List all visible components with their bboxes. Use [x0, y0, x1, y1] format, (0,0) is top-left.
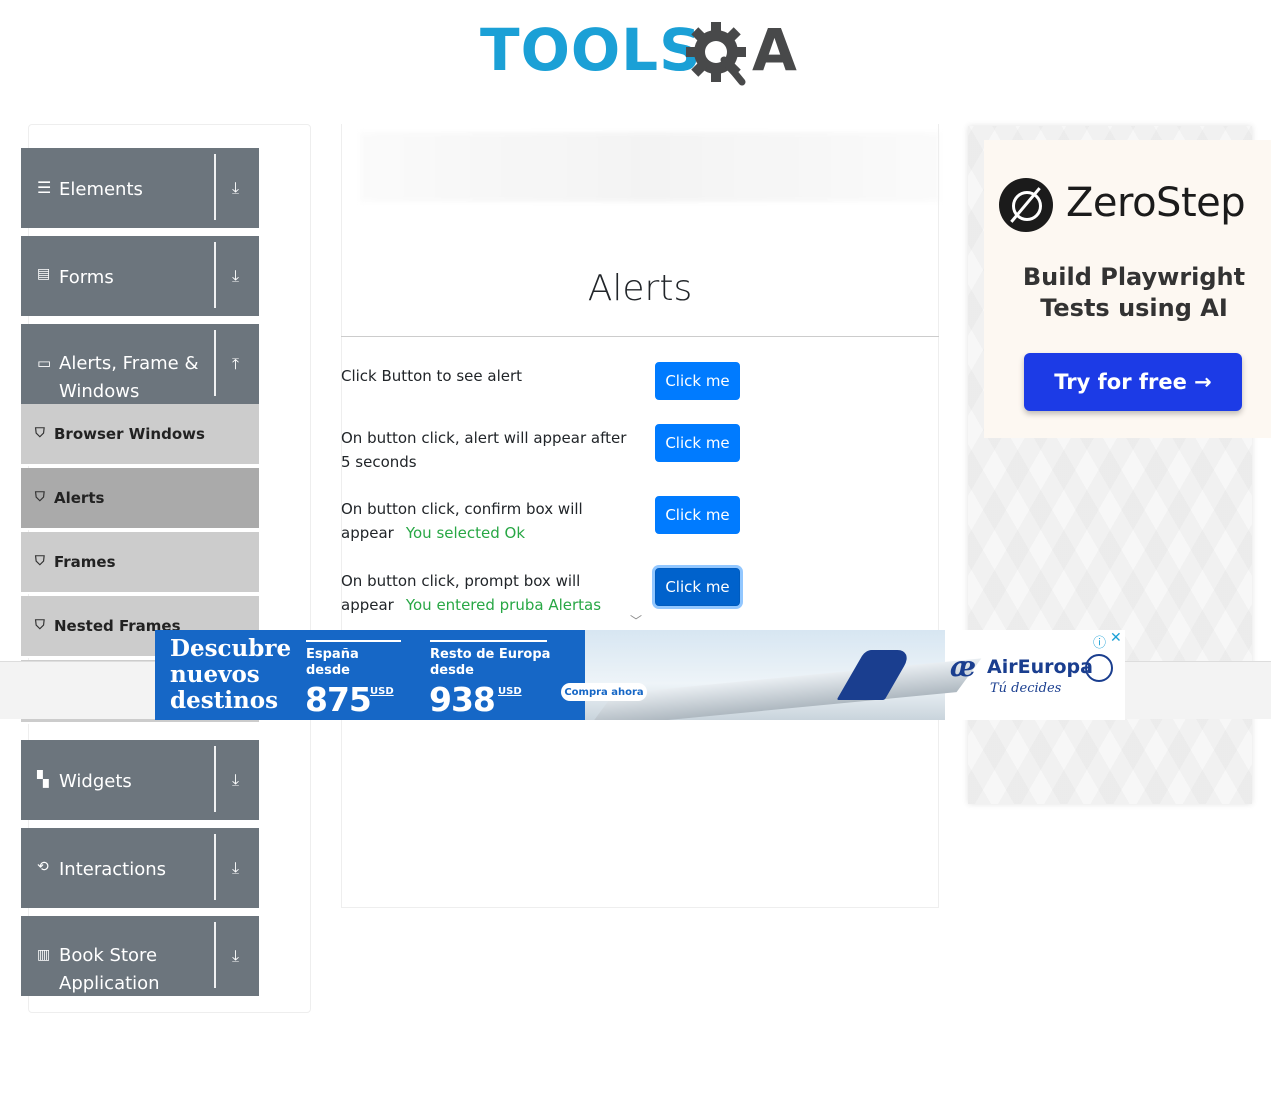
aireuropa-ad[interactable]: Descubre nuevos destinos España desde 87… — [155, 630, 1125, 720]
confirm-result: You selected Ok — [405, 524, 526, 542]
sidebar-item-browser-windows[interactable]: ⛉ Browser Windows — [21, 404, 259, 466]
ad-headline: Descubre nuevos destinos — [170, 635, 292, 714]
alert-row-text: Click Button to see alert — [341, 364, 631, 388]
download-arrow-icon: ⤓ — [232, 178, 240, 197]
aireuropa-logo-icon: æ — [950, 650, 977, 683]
group-elements[interactable]: ☰ Elements ⤓ — [21, 148, 259, 228]
download-arrow-icon: ⤓ — [232, 946, 240, 965]
europe-currency: USD — [498, 686, 522, 697]
group-title-interactions: Interactions — [59, 859, 167, 880]
html5-icon: ⛉ — [35, 618, 45, 633]
aireuropa-brand: AirEuropa — [987, 656, 1093, 678]
page-title: Alerts — [587, 268, 693, 309]
timer-alert-row-text: On button click, alert will appear after… — [341, 426, 631, 474]
divider — [214, 922, 216, 988]
document-icon: ▤ — [37, 266, 51, 282]
group-title-alerts-frame-windows: Alerts, Frame & Windows — [59, 353, 199, 402]
europe-label: Resto de Europa desde — [430, 647, 551, 678]
group-title-forms: Forms — [59, 267, 114, 288]
spain-label: España desde — [306, 647, 359, 678]
prompt-row-text: On button click, prompt box will appear Y… — [341, 569, 631, 617]
hamburger-icon: ☰ — [37, 178, 52, 197]
confirm-row-text: On button click, confirm box will appear… — [341, 497, 631, 545]
timer-alert-button[interactable]: Click me — [655, 424, 740, 462]
prompt-result: You entered pruba Alertas — [405, 596, 602, 614]
divider — [214, 834, 216, 900]
html5-icon: ⛉ — [35, 426, 45, 441]
aireuropa-slogan: Tú decides — [990, 681, 1062, 696]
europe-price: 938 — [429, 680, 496, 719]
sidebar-item-label: Frames — [54, 553, 116, 571]
buy-now-button[interactable]: Compra ahora — [561, 683, 647, 701]
toolsqa-logo[interactable]: TOOLS A — [480, 14, 810, 92]
chevron-down-icon[interactable]: ﹀ — [630, 612, 642, 629]
sidebar-item-label: Browser Windows — [54, 425, 205, 443]
divider — [214, 242, 216, 308]
prompt-button[interactable]: Click me — [655, 568, 740, 606]
divider — [341, 336, 939, 337]
sidebar-item-label: Alerts — [54, 489, 105, 507]
divider — [214, 154, 216, 220]
alert-row-label: Click Button to see alert — [341, 367, 523, 385]
html5-icon: ⛉ — [35, 490, 45, 505]
confirm-button[interactable]: Click me — [655, 496, 740, 534]
group-alerts-frame-windows[interactable]: ▭ Alerts, Frame & Windows ⤒ — [21, 324, 259, 404]
zerostep-brand: ZeroStep — [1066, 180, 1246, 226]
skyteam-icon — [1085, 654, 1113, 682]
group-widgets[interactable]: ▚ Widgets ⤓ — [21, 740, 259, 820]
logo-text-tools: TOOLS — [480, 16, 702, 84]
ad-close-icon[interactable]: ✕ — [1110, 630, 1122, 646]
books-icon: ▥ — [37, 947, 51, 963]
upload-arrow-icon: ⤒ — [232, 354, 240, 373]
ad-info-icon[interactable]: ⓘ — [1093, 632, 1106, 651]
group-title-book-store: Book Store Application — [59, 945, 160, 994]
download-arrow-icon: ⤓ — [232, 858, 240, 877]
logo-text-a: A — [752, 16, 797, 84]
divider — [214, 330, 216, 396]
window-icon: ▭ — [37, 354, 52, 372]
sidebar-item-frames[interactable]: ⛉ Frames — [21, 532, 259, 594]
divider — [430, 640, 547, 642]
group-book-store[interactable]: ▥ Book Store Application ⤓ — [21, 916, 259, 996]
group-interactions[interactable]: ⟲ Interactions ⤓ — [21, 828, 259, 908]
widgets-icon: ▚ — [37, 770, 49, 788]
group-title-widgets: Widgets — [59, 771, 132, 792]
spain-price: 875 — [305, 680, 372, 719]
alert-button[interactable]: Click me — [655, 362, 740, 400]
group-title-elements: Elements — [59, 179, 143, 200]
gear-magnifier-icon — [686, 22, 746, 86]
try-for-free-button[interactable]: Try for free → — [1024, 353, 1242, 411]
download-arrow-icon: ⤓ — [232, 266, 240, 285]
spain-currency: USD — [370, 686, 394, 697]
sidebar-item-alerts[interactable]: ⛉ Alerts — [21, 468, 259, 530]
html5-icon: ⛉ — [35, 554, 45, 569]
timer-alert-row-label: On button click, alert will appear after… — [341, 429, 627, 471]
divider — [306, 640, 401, 642]
download-arrow-icon: ⤓ — [232, 770, 240, 789]
group-forms[interactable]: ▤ Forms ⤓ — [21, 236, 259, 316]
divider — [214, 746, 216, 812]
interactions-icon: ⟲ — [37, 859, 49, 875]
zerostep-tagline: Build Playwright Tests using AI — [1022, 263, 1246, 322]
